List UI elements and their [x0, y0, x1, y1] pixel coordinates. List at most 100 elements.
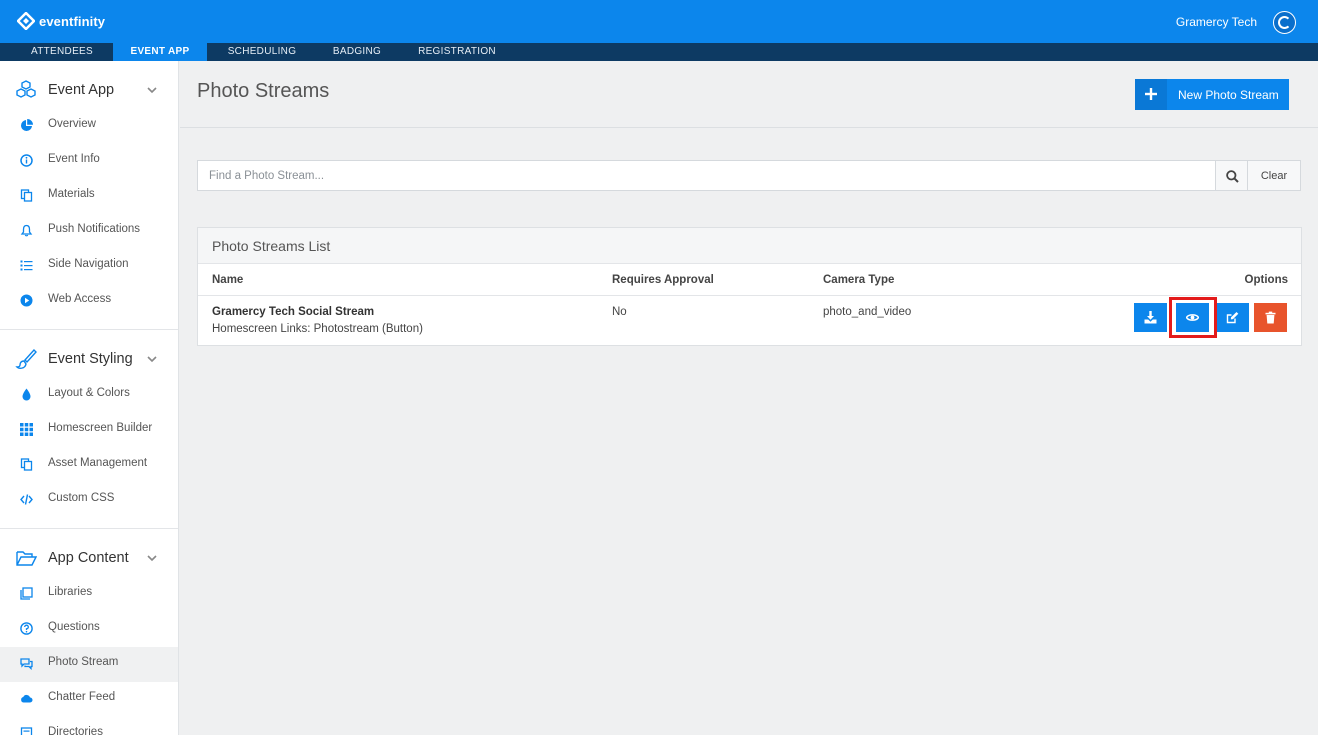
sidebar-item-label: Overview — [48, 118, 96, 130]
column-header-name: Name — [212, 274, 244, 286]
sidebar-section-label: Event App — [48, 82, 115, 98]
logo-text: eventfinity — [39, 13, 106, 29]
sidebar-item-label: Web Access — [48, 293, 112, 305]
stream-subtitle: Homescreen Links: Photostream (Button) — [212, 323, 423, 335]
library-icon — [20, 587, 33, 600]
tab-event-app[interactable]: EVENT APP — [113, 43, 207, 61]
sidebar-item-materials[interactable]: Materials — [0, 179, 178, 214]
chevron-down-icon — [147, 87, 157, 94]
paintbrush-icon — [15, 348, 37, 369]
panel-header: Photo Streams List — [198, 228, 1301, 264]
sidebar-section-app-content[interactable]: App Content — [0, 538, 178, 578]
sidebar-item-push-notifications[interactable]: Push Notifications — [0, 214, 178, 249]
sidebar-item-label: Materials — [48, 188, 95, 200]
search-bar: Clear — [197, 160, 1301, 191]
sidebar-item-homescreen-builder[interactable]: Homescreen Builder — [0, 413, 178, 448]
download-icon — [1144, 311, 1157, 324]
droplet-icon — [22, 388, 31, 401]
clear-button[interactable]: Clear — [1247, 160, 1301, 191]
photo-streams-list-panel: Photo Streams List Name Requires Approva… — [197, 227, 1302, 346]
sidebar-item-layout-colors[interactable]: Layout & Colors — [0, 378, 178, 413]
panel-title: Photo Streams List — [212, 238, 331, 254]
module-tab-bar: ATTENDEES EVENT APP SCHEDULING BADGING R… — [0, 43, 1318, 61]
new-photo-stream-label: New Photo Stream — [1178, 88, 1279, 102]
sidebar-item-label: Custom CSS — [48, 492, 115, 504]
sidebar-item-label: Side Navigation — [48, 258, 129, 270]
eye-icon — [1186, 314, 1199, 321]
sidebar-item-asset-management[interactable]: Asset Management — [0, 448, 178, 483]
view-button[interactable] — [1176, 303, 1209, 332]
sidebar-item-directories[interactable]: Directories — [0, 717, 178, 735]
sidebar-divider — [0, 329, 178, 330]
tab-badging[interactable]: BADGING — [327, 43, 387, 61]
chevron-down-icon — [147, 555, 157, 562]
search-button[interactable] — [1215, 160, 1248, 191]
sidebar-item-photo-stream[interactable]: Photo Stream — [0, 647, 178, 682]
question-icon — [20, 622, 33, 635]
sidebar-item-overview[interactable]: Overview — [0, 109, 178, 144]
tab-scheduling[interactable]: SCHEDULING — [222, 43, 302, 61]
logo-icon — [17, 12, 35, 30]
page-title: Photo Streams — [197, 80, 330, 102]
copy-icon — [20, 458, 33, 471]
camera-type-value: photo_and_video — [823, 306, 912, 318]
copy-icon — [20, 189, 33, 202]
folder-open-icon — [16, 551, 37, 566]
org-name[interactable]: Gramercy Tech — [1176, 15, 1257, 29]
sidebar-item-label: Questions — [48, 621, 100, 633]
trash-icon — [1265, 311, 1276, 324]
sidebar-item-label: Layout & Colors — [48, 387, 130, 399]
column-header-camera-type: Camera Type — [823, 274, 895, 286]
sidebar-item-chatter-feed[interactable]: Chatter Feed — [0, 682, 178, 717]
tab-attendees[interactable]: ATTENDEES — [24, 43, 100, 61]
header-divider — [198, 295, 1301, 296]
sidebar-item-questions[interactable]: Questions — [0, 612, 178, 647]
top-bar: eventfinity Gramercy Tech — [0, 0, 1318, 43]
grid-icon — [20, 423, 33, 436]
list-icon — [20, 260, 33, 271]
logo[interactable]: eventfinity — [17, 12, 105, 30]
cloud-icon — [21, 694, 33, 703]
plus-icon — [1135, 79, 1167, 110]
sidebar-section-event-app[interactable]: Event App — [0, 70, 178, 110]
edit-icon — [1226, 312, 1239, 324]
sidebar: Event App Overview Event Info Materials … — [0, 61, 179, 735]
column-header-requires-approval: Requires Approval — [612, 274, 714, 286]
pie-chart-icon — [21, 119, 33, 131]
download-button[interactable] — [1134, 303, 1167, 332]
stream-name[interactable]: Gramercy Tech Social Stream — [212, 306, 374, 318]
sidebar-item-label: Photo Stream — [48, 656, 119, 668]
sidebar-section-label: App Content — [48, 550, 129, 566]
sidebar-item-label: Libraries — [48, 586, 93, 598]
cubes-icon — [16, 80, 36, 98]
sidebar-item-label: Asset Management — [48, 457, 148, 469]
sidebar-item-label: Directories — [48, 726, 103, 735]
sidebar-item-side-navigation[interactable]: Side Navigation — [0, 249, 178, 284]
sidebar-item-label: Chatter Feed — [48, 691, 116, 703]
search-input[interactable] — [197, 160, 1216, 191]
new-photo-stream-button[interactable]: New Photo Stream — [1135, 79, 1289, 110]
sidebar-item-libraries[interactable]: Libraries — [0, 577, 178, 612]
sidebar-item-label: Push Notifications — [48, 223, 141, 235]
column-header-options: Options — [1244, 274, 1288, 286]
comments-icon — [20, 658, 33, 670]
play-circle-icon — [20, 294, 33, 307]
user-avatar-icon[interactable] — [1273, 11, 1296, 34]
sidebar-item-event-info[interactable]: Event Info — [0, 144, 178, 179]
directory-icon — [20, 727, 33, 735]
sidebar-item-custom-css[interactable]: Custom CSS — [0, 483, 178, 518]
sidebar-section-label: Event Styling — [48, 351, 133, 367]
requires-approval-value: No — [612, 306, 627, 318]
sidebar-item-web-access[interactable]: Web Access — [0, 284, 178, 319]
edit-button[interactable] — [1216, 303, 1249, 332]
tab-registration[interactable]: REGISTRATION — [414, 43, 500, 61]
page-header: Photo Streams New Photo Stream — [180, 61, 1318, 128]
sidebar-section-event-styling[interactable]: Event Styling — [0, 339, 178, 379]
sidebar-divider — [0, 528, 178, 529]
chevron-down-icon — [147, 356, 157, 363]
search-icon — [1226, 170, 1239, 183]
sidebar-item-label: Homescreen Builder — [48, 422, 153, 434]
delete-button[interactable] — [1254, 303, 1287, 332]
sidebar-item-label: Event Info — [48, 153, 100, 165]
info-icon — [20, 154, 33, 167]
